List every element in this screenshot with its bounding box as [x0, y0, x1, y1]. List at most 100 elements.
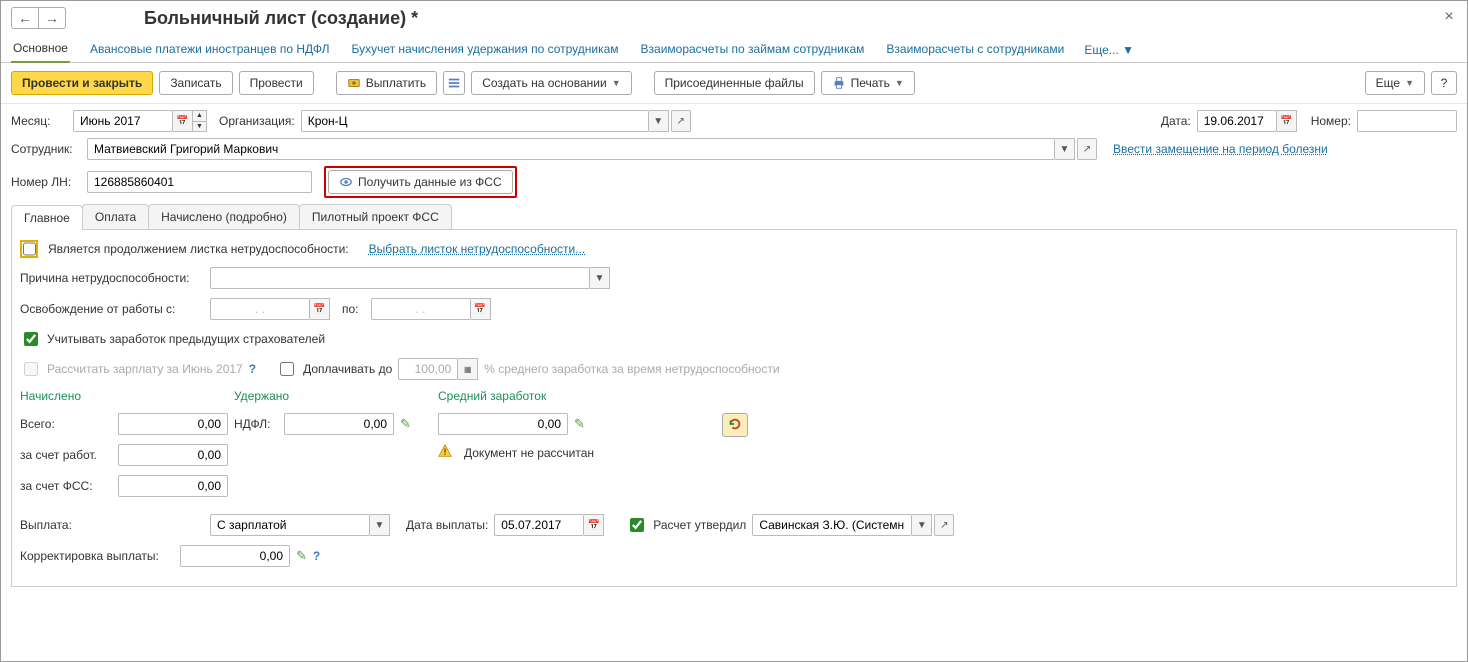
- to-label: по:: [342, 302, 359, 316]
- employee-input[interactable]: [87, 138, 1055, 160]
- ndfl-input[interactable]: [284, 413, 394, 435]
- employee-dropdown-button[interactable]: ▼: [1055, 138, 1075, 160]
- pay-up-label: Доплачивать до: [303, 362, 392, 376]
- month-down-button[interactable]: ▼: [193, 121, 207, 133]
- date-label: Дата:: [1161, 114, 1191, 128]
- ln-input[interactable]: [87, 171, 312, 193]
- list-icon: [447, 76, 461, 90]
- pay-up-stepper-button[interactable]: ▦: [458, 358, 478, 380]
- print-button[interactable]: Печать ▼: [821, 71, 915, 95]
- total-input[interactable]: [118, 413, 228, 435]
- pay-up-checkbox[interactable]: [280, 362, 294, 376]
- org-input[interactable]: [301, 110, 649, 132]
- date-calendar-button[interactable]: 📅: [1277, 110, 1297, 132]
- nav-back-button[interactable]: ←: [11, 7, 39, 29]
- tab-accrued-detail[interactable]: Начислено (подробно): [148, 204, 300, 229]
- payout-date-label: Дата выплаты:: [406, 518, 488, 532]
- month-input[interactable]: [73, 110, 173, 132]
- release-from-calendar-button[interactable]: 📅: [310, 298, 330, 320]
- release-to-input[interactable]: [371, 298, 471, 320]
- payout-label: Выплата:: [20, 518, 204, 532]
- pay-up-input[interactable]: [398, 358, 458, 380]
- pencil-icon[interactable]: ✎: [400, 416, 411, 432]
- number-input[interactable]: [1357, 110, 1457, 132]
- payout-dropdown-button[interactable]: ▼: [370, 514, 390, 536]
- employee-open-button[interactable]: ↗: [1077, 138, 1097, 160]
- fss-label: за счет ФСС:: [20, 479, 112, 493]
- reason-dropdown-button[interactable]: ▼: [590, 267, 610, 289]
- org-open-button[interactable]: ↗: [671, 110, 691, 132]
- ln-label: Номер ЛН:: [11, 175, 81, 189]
- post-button[interactable]: Провести: [239, 71, 314, 95]
- month-up-button[interactable]: ▲: [193, 110, 207, 121]
- date-input[interactable]: [1197, 110, 1277, 132]
- payout-date-calendar-button[interactable]: 📅: [584, 514, 604, 536]
- org-dropdown-button[interactable]: ▼: [649, 110, 669, 132]
- post-and-close-button[interactable]: Провести и закрыть: [11, 71, 153, 95]
- release-to-calendar-button[interactable]: 📅: [471, 298, 491, 320]
- calc-salary-checkbox: [24, 362, 38, 376]
- employer-input[interactable]: [118, 444, 228, 466]
- calendar-icon: 📅: [176, 116, 188, 127]
- continuation-checkbox[interactable]: [23, 242, 36, 256]
- approved-checkbox[interactable]: [630, 518, 644, 532]
- approved-input[interactable]: [752, 514, 912, 536]
- approved-dropdown-button[interactable]: ▼: [912, 514, 932, 536]
- toptab-accounting[interactable]: Бухучет начисления удержания по сотрудни…: [349, 38, 620, 62]
- refresh-button[interactable]: [722, 413, 748, 437]
- accrued-heading: Начислено: [20, 389, 230, 403]
- approved-label: Расчет утвердил: [653, 518, 746, 532]
- choose-sheet-link[interactable]: Выбрать листок нетрудоспособности...: [369, 242, 586, 256]
- pay-up-suffix: % среднего заработка за время нетрудоспо…: [484, 362, 779, 376]
- payout-input[interactable]: [210, 514, 370, 536]
- month-calendar-button[interactable]: 📅: [173, 110, 193, 132]
- open-icon: ↗: [677, 116, 685, 127]
- tab-pilot[interactable]: Пилотный проект ФСС: [299, 204, 452, 229]
- tab-main[interactable]: Главное: [11, 205, 83, 230]
- ndfl-label: НДФЛ:: [234, 417, 278, 431]
- approved-open-button[interactable]: ↗: [934, 514, 954, 536]
- money-icon: [347, 76, 361, 90]
- create-based-button[interactable]: Создать на основании ▼: [471, 71, 631, 95]
- close-button[interactable]: ×: [1439, 7, 1459, 27]
- correction-input[interactable]: [180, 545, 290, 567]
- toptab-main[interactable]: Основное: [11, 37, 70, 63]
- list-icon-button[interactable]: [443, 71, 465, 95]
- avg-heading: Средний заработок: [438, 389, 718, 403]
- eye-icon: [339, 175, 353, 189]
- avg-input[interactable]: [438, 413, 568, 435]
- prev-employers-checkbox[interactable]: [24, 332, 38, 346]
- calc-salary-label: Рассчитать зарплату за Июнь 2017: [47, 362, 243, 376]
- window-title: Больничный лист (создание) *: [144, 8, 418, 29]
- pencil-icon[interactable]: ✎: [574, 416, 585, 432]
- help-icon[interactable]: ?: [249, 362, 256, 376]
- print-icon: [832, 76, 846, 90]
- help-icon[interactable]: ?: [313, 549, 320, 563]
- more-button[interactable]: Еще ▼: [1365, 71, 1425, 95]
- withheld-heading: Удержано: [234, 389, 434, 403]
- not-calculated-label: Документ не рассчитан: [464, 446, 594, 460]
- nav-forward-button[interactable]: →: [38, 7, 66, 29]
- toptab-loans[interactable]: Взаиморасчеты по займам сотрудникам: [639, 38, 867, 62]
- release-label: Освобождение от работы с:: [20, 302, 204, 316]
- total-label: Всего:: [20, 417, 112, 431]
- prev-employers-label: Учитывать заработок предыдущих страховат…: [47, 332, 325, 346]
- release-from-input[interactable]: [210, 298, 310, 320]
- toptab-more[interactable]: Еще... ▼: [1084, 43, 1134, 57]
- fss-input[interactable]: [118, 475, 228, 497]
- payout-date-input[interactable]: [494, 514, 584, 536]
- refresh-icon: [728, 417, 742, 434]
- attached-files-button[interactable]: Присоединенные файлы: [654, 71, 815, 95]
- substitution-link[interactable]: Ввести замещение на период болезни: [1113, 142, 1328, 156]
- pencil-icon[interactable]: ✎: [296, 548, 307, 564]
- pay-button[interactable]: Выплатить: [336, 71, 438, 95]
- get-fss-data-button[interactable]: Получить данные из ФСС: [328, 170, 513, 194]
- reason-input[interactable]: [210, 267, 590, 289]
- toptab-advances[interactable]: Авансовые платежи иностранцев по НДФЛ: [88, 38, 331, 62]
- write-button[interactable]: Записать: [159, 71, 232, 95]
- toptab-settlements[interactable]: Взаиморасчеты с сотрудниками: [884, 38, 1066, 62]
- help-button[interactable]: ?: [1431, 71, 1457, 95]
- reason-label: Причина нетрудоспособности:: [20, 271, 204, 285]
- tab-payment[interactable]: Оплата: [82, 204, 149, 229]
- month-label: Месяц:: [11, 114, 67, 128]
